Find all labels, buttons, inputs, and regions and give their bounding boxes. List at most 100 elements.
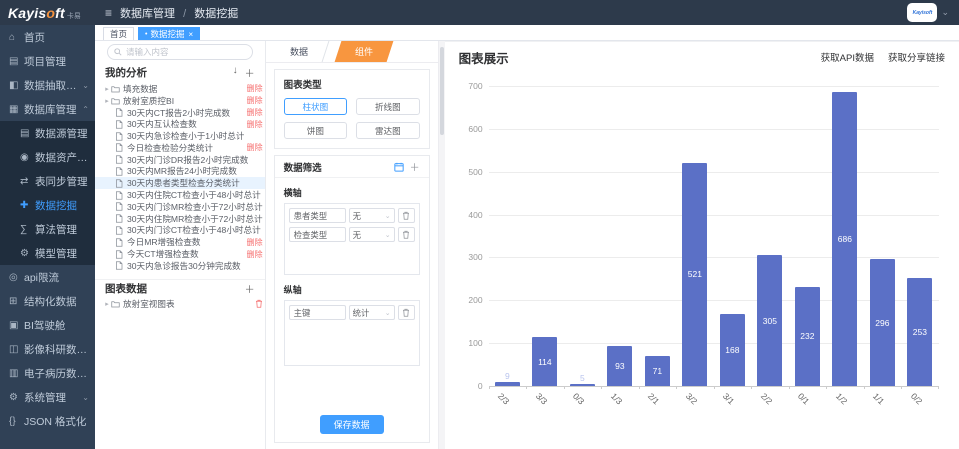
bar[interactable]: 253 — [907, 278, 932, 386]
filter-field[interactable]: 患者类型 — [289, 208, 346, 223]
delete-link[interactable]: 删除 — [243, 249, 263, 260]
chart-type-button[interactable]: 柱状图 — [284, 98, 348, 115]
sidebar-item-bi[interactable]: ▣BI驾驶舱 — [0, 313, 95, 337]
sidebar-item-algorithm[interactable]: ∑算法管理 — [0, 217, 95, 241]
sidebar-item-table-sync[interactable]: ⇄表同步管理 — [0, 169, 95, 193]
tree-item[interactable]: 今日MR增强检查数 删除 — [95, 236, 265, 248]
trash-icon[interactable] — [398, 227, 415, 242]
caret-icon[interactable]: ▸ — [103, 300, 111, 308]
breadcrumb-item[interactable]: 数据库管理 — [120, 8, 175, 20]
tree-item-label: 填充数据 — [123, 83, 157, 95]
add-chart-data-icon[interactable]: ＋ — [245, 281, 255, 296]
delete-link[interactable]: 删除 — [243, 237, 263, 248]
tree-item[interactable]: ▸ 填充数据 删除 — [95, 83, 265, 95]
vertical-scrollbar[interactable] — [438, 41, 445, 449]
tree-item[interactable]: 30天内门诊DR报告2小时完成数 — [95, 154, 265, 166]
filter-agg-select[interactable]: 统计⌄ — [349, 305, 395, 320]
search-input[interactable] — [126, 47, 246, 57]
tree-item-label: 今日MR增强检查数 — [127, 236, 201, 248]
sidebar-item-json[interactable]: {}JSON 格式化 — [0, 409, 95, 433]
bar-value-label: 232 — [800, 331, 814, 341]
sidebar-item-database[interactable]: ▦数据库管理⌃ — [0, 97, 95, 121]
trash-icon[interactable] — [398, 305, 415, 320]
bar[interactable]: 9 — [495, 382, 520, 386]
bar[interactable]: 305 — [757, 255, 782, 386]
sidebar-item-mining[interactable]: ✚数据挖掘 — [0, 193, 95, 217]
sidebar-item-extract[interactable]: ◧数据抽取管理⌄ — [0, 73, 95, 97]
chart-data-list: ▸放射室视图表 — [95, 297, 265, 311]
add-filter-icon[interactable]: ＋ — [410, 159, 420, 174]
calendar-icon[interactable] — [394, 162, 404, 172]
sidebar-item-model[interactable]: ⚙模型管理 — [0, 241, 95, 265]
delete-link[interactable]: 删除 — [243, 83, 263, 94]
caret-icon[interactable]: ▸ — [103, 85, 111, 93]
window-tab[interactable]: •数据挖掘× — [138, 27, 200, 40]
delete-link[interactable]: 删除 — [243, 95, 263, 106]
tree-item[interactable]: ▸放射室质控BI删除 — [95, 95, 265, 107]
bar[interactable]: 71 — [645, 356, 670, 386]
bar[interactable]: 686 — [832, 92, 857, 386]
tree-item[interactable]: 30天内门诊MR检查小于72小时总计 — [95, 201, 265, 213]
sidebar-item-emr[interactable]: ▥电子病历数据质控 — [0, 361, 95, 385]
sidebar-item-imaging[interactable]: ◫影像科研数据库 — [0, 337, 95, 361]
import-icon[interactable]: ↓ — [233, 65, 238, 80]
chevron-down-icon[interactable]: ⌄ — [941, 7, 949, 18]
bar[interactable]: 168 — [720, 314, 745, 386]
panel-tab-active[interactable]: 组件 — [334, 41, 393, 62]
filter-field[interactable]: 检查类型 — [289, 227, 346, 242]
filter-agg-select[interactable]: 无⌄ — [349, 227, 395, 242]
bar[interactable]: 521 — [682, 163, 707, 386]
chart-type-button[interactable]: 折线图 — [356, 98, 420, 115]
bar[interactable]: 296 — [870, 259, 895, 386]
tree-item-label: 今日检查检验分类统计 — [127, 142, 213, 154]
chart-data-item[interactable]: ▸放射室视图表 — [95, 297, 265, 311]
window-tab[interactable]: 首页 — [103, 27, 134, 40]
trash-icon[interactable] — [255, 299, 263, 310]
sidebar-item-asset[interactable]: ◉数据资产管理 — [0, 145, 95, 169]
chart-type-button[interactable]: 雷达图 — [356, 122, 420, 139]
sidebar-item-system[interactable]: ⚙系统管理⌄ — [0, 385, 95, 409]
add-analysis-icon[interactable]: ＋ — [245, 65, 255, 80]
chart-link[interactable]: 获取API数据 — [821, 50, 874, 64]
x-axis-tick — [489, 386, 490, 389]
tree-item[interactable]: 30天内急诊检查小于1小时总计 — [95, 130, 265, 142]
delete-link[interactable]: 删除 — [243, 119, 263, 130]
sidebar-item-api[interactable]: ◎api限流 — [0, 265, 95, 289]
breadcrumb-separator: / — [183, 8, 186, 20]
tree-item[interactable]: 30天内互认检查数删除 — [95, 118, 265, 130]
tree-item[interactable]: 30天内患者类型检查分类统计 — [95, 177, 265, 189]
bar[interactable]: 114 — [532, 337, 557, 386]
tree-item[interactable]: 30天内CT报告2小时完成数删除 — [95, 107, 265, 119]
delete-link[interactable]: 删除 — [243, 142, 263, 153]
tree-item[interactable]: 30天内急诊报告30分钟完成数 — [95, 260, 265, 271]
sidebar-item-datasource[interactable]: ▤数据源管理 — [0, 121, 95, 145]
chart-type-button[interactable]: 饼图 — [284, 122, 348, 139]
tree-item[interactable]: 30天内住院MR检查小于72小时总计 — [95, 213, 265, 225]
doc-icon — [115, 214, 125, 223]
filter-agg-select[interactable]: 无⌄ — [349, 208, 395, 223]
bar[interactable]: 232 — [795, 287, 820, 386]
bar[interactable]: 93 — [607, 346, 632, 386]
tab-close-icon[interactable]: × — [188, 30, 193, 39]
caret-icon[interactable]: ▸ — [103, 97, 111, 105]
sidebar-item-project[interactable]: ▤项目管理 — [0, 49, 95, 73]
sidebar-item-home[interactable]: ⌂首页 — [0, 25, 95, 49]
bar[interactable]: 5 — [570, 384, 595, 386]
panel-tab-inactive[interactable]: 数据 — [270, 41, 329, 62]
filter-field[interactable]: 主键 — [289, 305, 346, 320]
tree-item[interactable]: 30天内门诊CT检查小于48小时总计 — [95, 225, 265, 237]
scrollbar-thumb[interactable] — [440, 47, 444, 135]
tree-item[interactable]: 30天内住院CT检查小于48小时总计 — [95, 189, 265, 201]
avatar[interactable]: Kayisoft — [907, 3, 937, 22]
sidebar-item-structured[interactable]: ⊞结构化数据 — [0, 289, 95, 313]
search-box[interactable] — [107, 44, 253, 60]
x-axis-tick — [601, 386, 602, 389]
sidebar-collapse-icon[interactable]: ≡ — [105, 6, 112, 20]
tree-item[interactable]: 今日检查检验分类统计 删除 — [95, 142, 265, 154]
delete-link[interactable]: 删除 — [243, 107, 263, 118]
trash-icon[interactable] — [398, 208, 415, 223]
save-data-button[interactable]: 保存数据 — [320, 415, 384, 434]
tree-item[interactable]: 30天内MR报告24小时完成数 — [95, 166, 265, 178]
tree-item[interactable]: 今天CT增强检查数删除 — [95, 248, 265, 260]
chart-link[interactable]: 获取分享链接 — [888, 50, 945, 64]
